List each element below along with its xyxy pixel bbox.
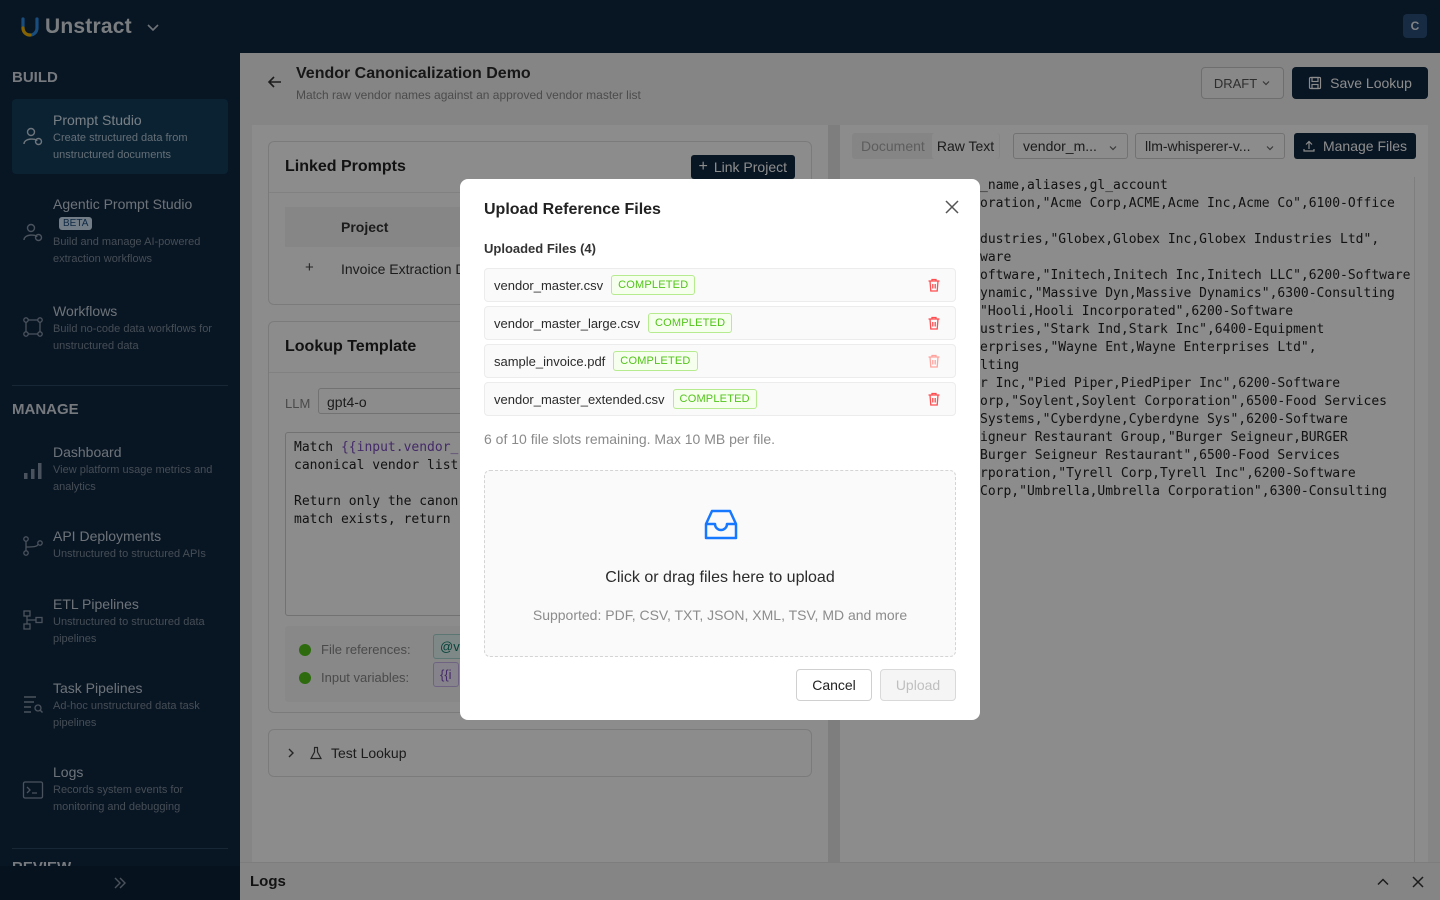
modal-title: Upload Reference Files [484, 201, 661, 218]
delete-icon[interactable] [926, 277, 942, 293]
status-badge: COMPLETED [647, 313, 733, 333]
upload-button[interactable]: Upload [880, 669, 956, 701]
delete-icon[interactable] [926, 315, 942, 331]
delete-icon[interactable] [926, 391, 942, 407]
close-icon[interactable] [944, 199, 960, 215]
file-name: vendor_master_large.csv [494, 315, 640, 331]
upload-dropzone[interactable]: Click or drag files here to upload Suppo… [484, 470, 956, 657]
status-badge: COMPLETED [613, 351, 698, 371]
file-name: vendor_master_extended.csv [494, 391, 665, 407]
uploaded-files-label: Uploaded Files (4) [484, 241, 596, 256]
uploaded-file-row: sample_invoice.pdf COMPLETED [484, 344, 956, 378]
uploaded-file-row: vendor_master_large.csv COMPLETED [484, 306, 956, 340]
inbox-icon [704, 509, 738, 540]
uploaded-file-row: vendor_master_extended.csv COMPLETED [484, 382, 956, 416]
dropzone-text: Click or drag files here to upload [605, 569, 835, 586]
cancel-button[interactable]: Cancel [796, 669, 872, 701]
status-badge: COMPLETED [672, 389, 757, 409]
dropzone-hint: Supported: PDF, CSV, TXT, JSON, XML, TSV… [532, 607, 908, 623]
status-badge: COMPLETED [611, 275, 696, 295]
file-name: sample_invoice.pdf [494, 353, 606, 369]
file-slots-info: 6 of 10 file slots remaining. Max 10 MB … [484, 431, 776, 447]
delete-icon[interactable] [926, 353, 942, 369]
upload-reference-files-modal: Upload Reference Files Uploaded Files (4… [460, 179, 980, 720]
uploaded-file-row: vendor_master.csv COMPLETED [484, 268, 956, 302]
file-name: vendor_master.csv [494, 277, 604, 293]
